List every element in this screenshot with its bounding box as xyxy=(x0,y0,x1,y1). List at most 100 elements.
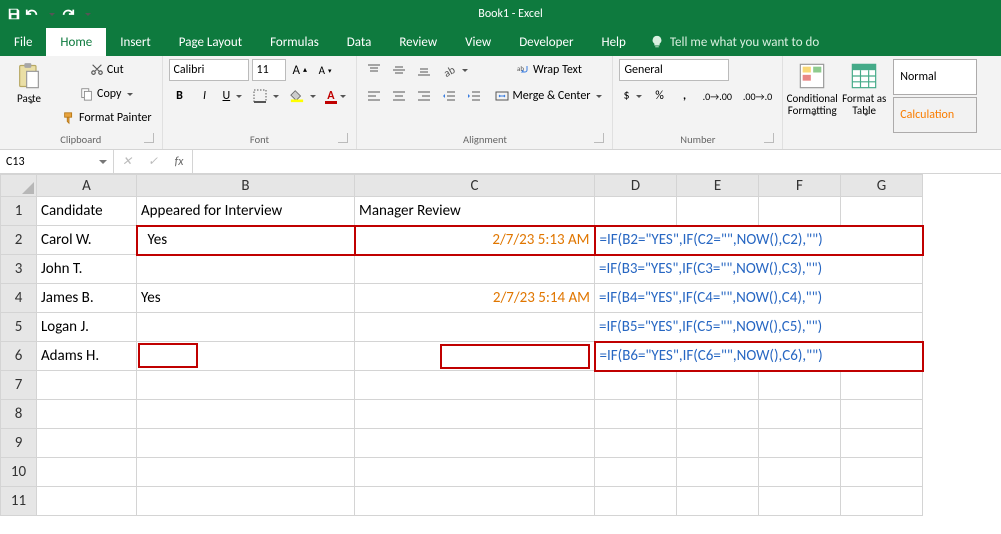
tab-home[interactable]: Home xyxy=(46,28,106,56)
col-header-d[interactable]: D xyxy=(595,175,677,197)
cell-a6[interactable]: Adams H. xyxy=(37,342,137,371)
cell-d3-formula[interactable]: =IF(B3="YES",IF(C3="",NOW(),C3),"") xyxy=(595,255,923,284)
cell-a2[interactable]: Carol W. xyxy=(37,226,137,255)
align-middle-button[interactable] xyxy=(388,59,410,81)
format-as-table-button[interactable]: Format as Table xyxy=(841,59,887,129)
row-header-1[interactable]: 1 xyxy=(1,197,37,226)
cell-style-calculation[interactable]: Calculation xyxy=(893,97,977,133)
name-box-dropdown[interactable] xyxy=(99,160,107,168)
cell-b2[interactable]: Yes xyxy=(137,226,355,255)
cell-a3[interactable]: John T. xyxy=(37,255,137,284)
col-header-b[interactable]: B xyxy=(137,175,355,197)
cell-b4[interactable]: Yes xyxy=(137,284,355,313)
cell-c3[interactable] xyxy=(355,255,595,284)
col-header-e[interactable]: E xyxy=(677,175,759,197)
grow-font-button[interactable]: A▴ xyxy=(289,59,312,81)
shrink-font-button[interactable]: A▾ xyxy=(314,59,336,81)
undo-dropdown[interactable] xyxy=(42,6,58,22)
undo-icon[interactable] xyxy=(24,6,40,22)
clipboard-launcher[interactable] xyxy=(144,133,154,143)
orientation-button[interactable]: ab xyxy=(438,59,472,81)
worksheet[interactable]: A B C D E F G 1 Candidate Appeared for I… xyxy=(0,174,1001,534)
cell-c5[interactable] xyxy=(355,313,595,342)
number-format-combo[interactable] xyxy=(619,59,729,81)
cell-b5[interactable] xyxy=(137,313,355,342)
row-header-3[interactable]: 3 xyxy=(1,255,37,284)
tab-file[interactable]: File xyxy=(0,28,46,56)
cell-c6[interactable] xyxy=(355,342,595,371)
insert-function-button[interactable]: fx xyxy=(166,155,192,169)
row-header-7[interactable]: 7 xyxy=(1,371,37,400)
align-left-button[interactable] xyxy=(363,85,385,107)
align-right-button[interactable] xyxy=(413,85,435,107)
number-launcher[interactable] xyxy=(764,133,774,143)
tab-view[interactable]: View xyxy=(451,28,505,56)
tab-page-layout[interactable]: Page Layout xyxy=(165,28,256,56)
font-color-button[interactable]: A xyxy=(323,85,350,107)
decrease-indent-button[interactable] xyxy=(438,85,460,107)
cell-d1[interactable] xyxy=(595,197,677,226)
cell-d4-formula[interactable]: =IF(B4="YES",IF(C4="",NOW(),C4),"") xyxy=(595,284,923,313)
tab-help[interactable]: Help xyxy=(587,28,639,56)
increase-decimal-button[interactable]: .0→.00 xyxy=(699,85,736,107)
conditional-formatting-button[interactable]: Conditional Formatting xyxy=(789,59,835,129)
row-header-8[interactable]: 8 xyxy=(1,400,37,429)
bold-button[interactable]: B xyxy=(169,85,191,107)
copy-button[interactable]: Copy xyxy=(58,83,156,105)
decrease-decimal-button[interactable]: .00→.0 xyxy=(739,85,776,107)
alignment-launcher[interactable] xyxy=(594,133,604,143)
percent-format-button[interactable]: % xyxy=(649,85,671,107)
save-icon[interactable] xyxy=(6,6,22,22)
underline-button[interactable]: U xyxy=(219,85,247,107)
formula-bar-input[interactable] xyxy=(193,150,1001,173)
cell-b3[interactable] xyxy=(137,255,355,284)
cell-a1[interactable]: Candidate xyxy=(37,197,137,226)
accounting-format-button[interactable]: $ xyxy=(619,85,645,107)
row-header-4[interactable]: 4 xyxy=(1,284,37,313)
col-header-a[interactable]: A xyxy=(37,175,137,197)
cell-e1[interactable] xyxy=(677,197,759,226)
row-header-6[interactable]: 6 xyxy=(1,342,37,371)
row-header-5[interactable]: 5 xyxy=(1,313,37,342)
increase-indent-button[interactable] xyxy=(463,85,485,107)
row-header-10[interactable]: 10 xyxy=(1,458,37,487)
align-top-button[interactable] xyxy=(363,59,385,81)
col-header-c[interactable]: C xyxy=(355,175,595,197)
col-header-g[interactable]: G xyxy=(841,175,923,197)
cell-a5[interactable]: Logan J. xyxy=(37,313,137,342)
tab-review[interactable]: Review xyxy=(385,28,451,56)
wrap-text-button[interactable]: abWrap Text xyxy=(491,59,606,81)
cell-g1[interactable] xyxy=(841,197,923,226)
cell-d2-formula[interactable]: =IF(B2="YES",IF(C2="",NOW(),C2),"") xyxy=(595,226,923,255)
redo-icon[interactable] xyxy=(60,6,76,22)
cut-button[interactable]: Cut xyxy=(58,59,156,81)
font-name-combo[interactable] xyxy=(169,59,249,81)
italic-button[interactable]: I xyxy=(194,85,216,107)
cell-c1[interactable]: Manager Review xyxy=(355,197,595,226)
cell-a4[interactable]: James B. xyxy=(37,284,137,313)
merge-center-button[interactable]: Merge & Center xyxy=(491,85,606,107)
row-header-11[interactable]: 11 xyxy=(1,487,37,516)
tab-developer[interactable]: Developer xyxy=(505,28,587,56)
tell-me-search[interactable]: Tell me what you want to do xyxy=(640,28,829,56)
cell-b6[interactable] xyxy=(138,343,198,368)
align-bottom-button[interactable] xyxy=(413,59,435,81)
select-all-corner[interactable] xyxy=(1,175,37,197)
cell-c4[interactable]: 2/7/23 5:14 AM xyxy=(355,284,595,313)
col-header-f[interactable]: F xyxy=(759,175,841,197)
cell-f1[interactable] xyxy=(759,197,841,226)
format-painter-button[interactable]: Format Painter xyxy=(58,107,156,129)
cell-style-normal[interactable]: Normal xyxy=(893,59,977,95)
borders-button[interactable] xyxy=(249,85,283,107)
cell-c2[interactable]: 2/7/23 5:13 AM xyxy=(355,226,595,255)
cell-d6-formula[interactable]: =IF(B6="YES",IF(C6="",NOW(),C6),"") xyxy=(595,342,923,371)
fill-color-button[interactable] xyxy=(286,85,320,107)
tab-insert[interactable]: Insert xyxy=(106,28,165,56)
cell-d5-formula[interactable]: =IF(B5="YES",IF(C5="",NOW(),C5),"") xyxy=(595,313,923,342)
font-size-combo[interactable] xyxy=(252,59,286,81)
tab-formulas[interactable]: Formulas xyxy=(256,28,333,56)
qat-customize-dropdown[interactable] xyxy=(78,6,94,22)
tab-data[interactable]: Data xyxy=(333,28,386,56)
paste-button[interactable]: Paste xyxy=(6,59,52,117)
name-box[interactable]: C13 xyxy=(0,150,114,173)
